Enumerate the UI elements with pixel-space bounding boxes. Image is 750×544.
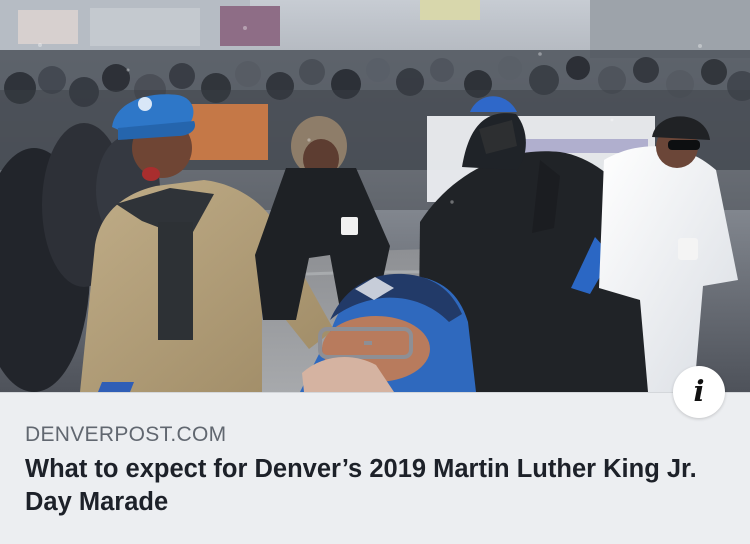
parade-crowd-photo xyxy=(0,0,750,392)
info-button[interactable]: i xyxy=(673,366,725,418)
article-headline[interactable]: What to expect for Denver’s 2019 Martin … xyxy=(25,453,715,519)
info-icon: i xyxy=(693,373,705,408)
source-domain: DENVERPOST.COM xyxy=(25,423,227,446)
article-photo[interactable] xyxy=(0,0,750,392)
link-preview-card[interactable]: i DENVERPOST.COM What to expect for Denv… xyxy=(0,0,750,544)
link-meta[interactable]: DENVERPOST.COM What to expect for Denver… xyxy=(0,392,750,544)
